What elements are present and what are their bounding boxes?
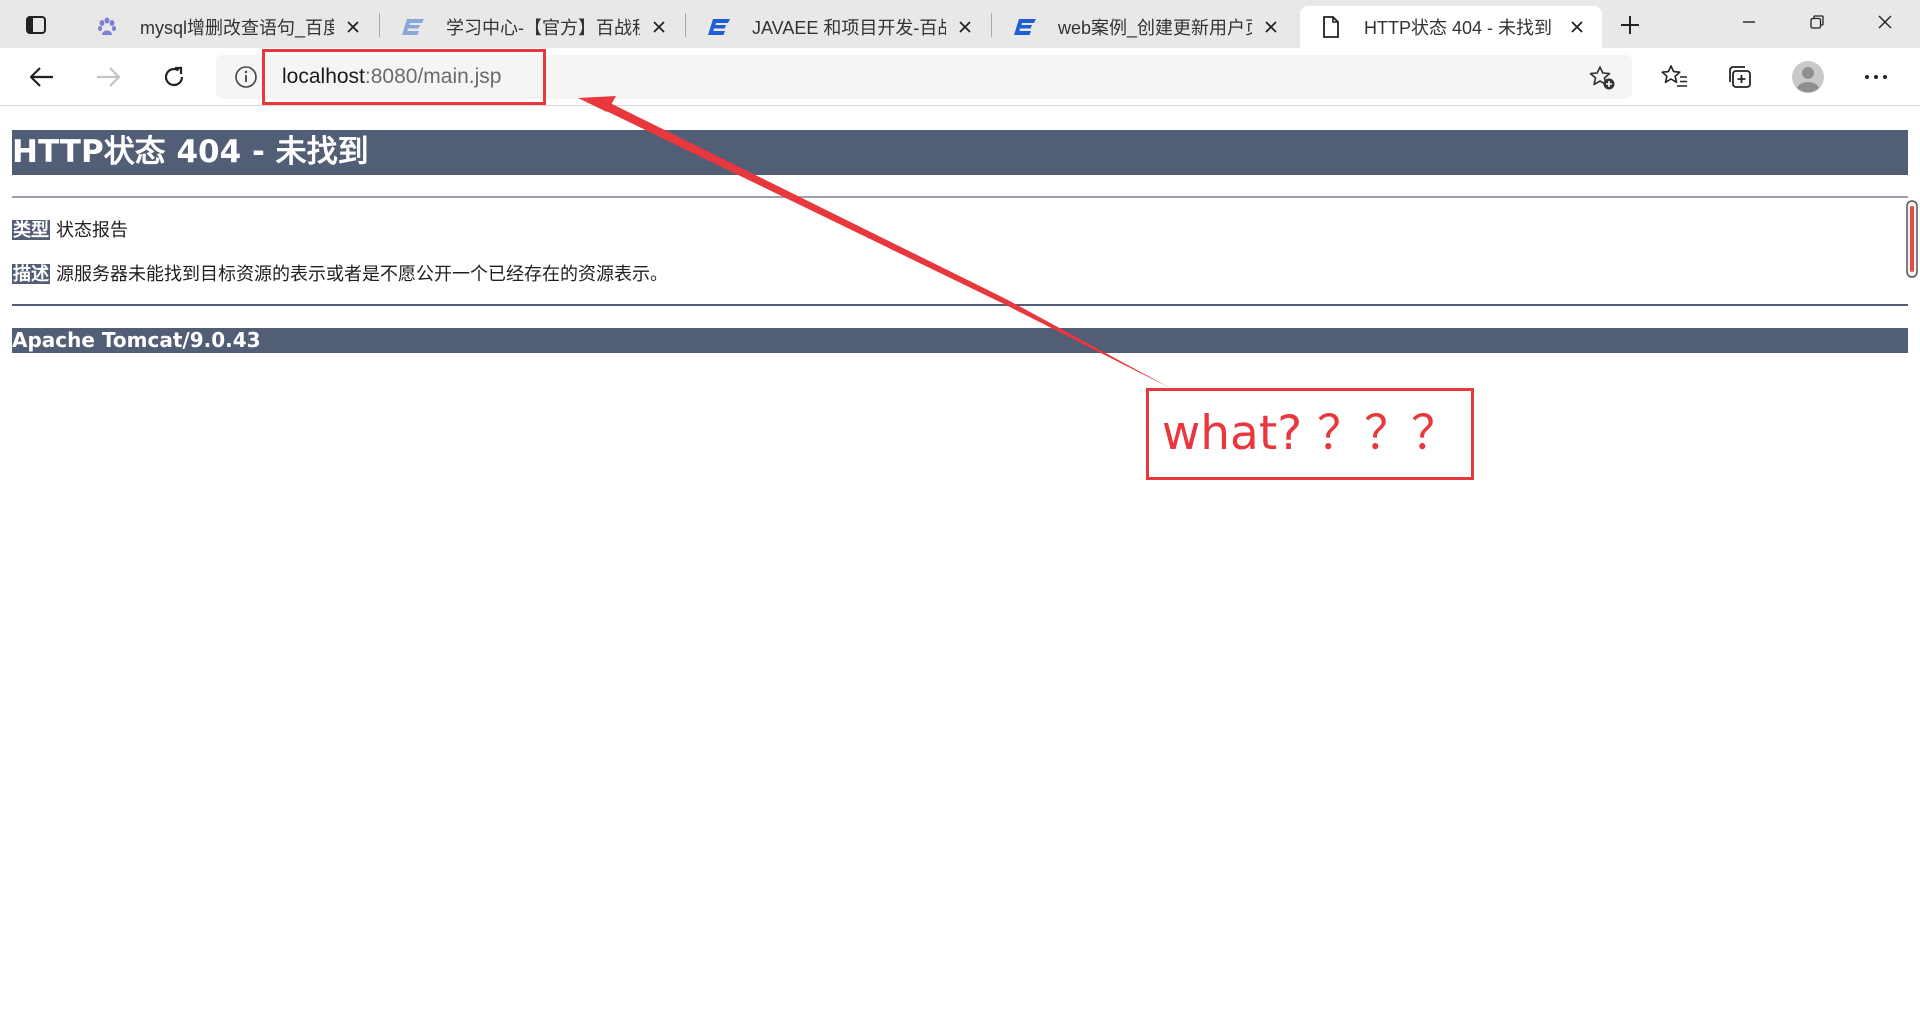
profile-button[interactable] bbox=[1790, 60, 1826, 94]
restore-button[interactable] bbox=[1784, 0, 1850, 44]
bz-logo-icon bbox=[706, 14, 732, 40]
tab-web-case[interactable]: web案例_创建更新用户页面 bbox=[994, 6, 1296, 48]
tab-actions-button[interactable] bbox=[17, 9, 55, 41]
tab-javaee[interactable]: JAVAEE 和项目开发-百战程序员 bbox=[688, 6, 990, 48]
favorites-icon bbox=[1661, 65, 1687, 87]
add-favorite-icon[interactable] bbox=[1588, 65, 1616, 91]
tab-title: HTTP状态 404 - 未找到 bbox=[1364, 18, 1553, 38]
description-value: 源服务器未能找到目标资源的表示或者是不愿公开一个已经存在的资源表示。 bbox=[56, 264, 668, 284]
tab-http-404[interactable]: HTTP状态 404 - 未找到 bbox=[1300, 6, 1602, 48]
forward-button[interactable] bbox=[88, 57, 128, 97]
bz-logo-icon bbox=[400, 14, 426, 40]
scrollbar[interactable] bbox=[1906, 200, 1918, 280]
close-icon[interactable] bbox=[954, 16, 976, 38]
tab-separator bbox=[991, 13, 992, 37]
minimize-icon bbox=[1743, 21, 1755, 23]
tab-title: JAVAEE 和项目开发-百战程序员 bbox=[752, 18, 946, 38]
close-icon[interactable] bbox=[1260, 16, 1282, 38]
close-icon[interactable] bbox=[648, 16, 670, 38]
divider bbox=[12, 304, 1908, 306]
tab-title: web案例_创建更新用户页面 bbox=[1058, 18, 1252, 38]
refresh-button[interactable] bbox=[154, 57, 194, 97]
tab-title: mysql增删改查语句_百度搜索 bbox=[140, 18, 334, 38]
url-highlight-box bbox=[262, 49, 546, 105]
minimize-button[interactable] bbox=[1716, 0, 1782, 44]
tab-actions-icon bbox=[26, 16, 46, 34]
favorites-button[interactable] bbox=[1656, 60, 1692, 94]
plus-icon bbox=[1621, 16, 1639, 34]
more-button[interactable] bbox=[1858, 60, 1894, 94]
more-icon bbox=[1865, 75, 1887, 79]
tab-strip: mysql增删改查语句_百度搜索 学习中心-【官方】百战程序员 JAVAEE 和… bbox=[0, 0, 1920, 48]
page-title: HTTP状态 404 - 未找到 bbox=[12, 130, 1908, 175]
restore-icon bbox=[1810, 15, 1824, 29]
avatar-icon bbox=[1792, 61, 1824, 93]
page-content: HTTP状态 404 - 未找到 类型 状态报告 描述 源服务器未能找到目标资源的表… bbox=[0, 106, 1920, 1020]
tab-title: 学习中心-【官方】百战程序员 bbox=[446, 18, 640, 38]
tab-mysql-search[interactable]: mysql增删改查语句_百度搜索 bbox=[76, 6, 378, 48]
type-value: 状态报告 bbox=[56, 220, 128, 240]
collections-icon bbox=[1729, 66, 1751, 88]
close-icon[interactable] bbox=[342, 16, 364, 38]
arrow-right-icon bbox=[97, 67, 121, 87]
server-footer: Apache Tomcat/9.0.43 bbox=[12, 328, 1908, 353]
description-row: 描述 源服务器未能找到目标资源的表示或者是不愿公开一个已经存在的资源表示。 bbox=[12, 262, 668, 286]
bz-logo-icon bbox=[1012, 14, 1038, 40]
new-tab-button[interactable] bbox=[1612, 10, 1648, 40]
close-window-button[interactable] bbox=[1852, 0, 1918, 44]
back-button[interactable] bbox=[22, 57, 62, 97]
info-icon[interactable] bbox=[234, 65, 258, 89]
tab-separator bbox=[379, 13, 380, 37]
close-icon bbox=[1878, 15, 1892, 29]
annotation-callout: what? ？？？ bbox=[1146, 388, 1474, 480]
collections-button[interactable] bbox=[1722, 60, 1758, 94]
tab-separator bbox=[685, 13, 686, 37]
baidu-paw-icon bbox=[94, 14, 120, 40]
arrow-left-icon bbox=[29, 67, 53, 87]
close-icon[interactable] bbox=[1566, 16, 1588, 38]
tab-study-center[interactable]: 学习中心-【官方】百战程序员 bbox=[382, 6, 684, 48]
divider bbox=[12, 196, 1908, 198]
description-label: 描述 bbox=[12, 264, 50, 284]
page-icon bbox=[1318, 14, 1344, 40]
type-label: 类型 bbox=[12, 220, 50, 240]
type-row: 类型 状态报告 bbox=[12, 218, 128, 242]
refresh-icon bbox=[164, 66, 184, 87]
